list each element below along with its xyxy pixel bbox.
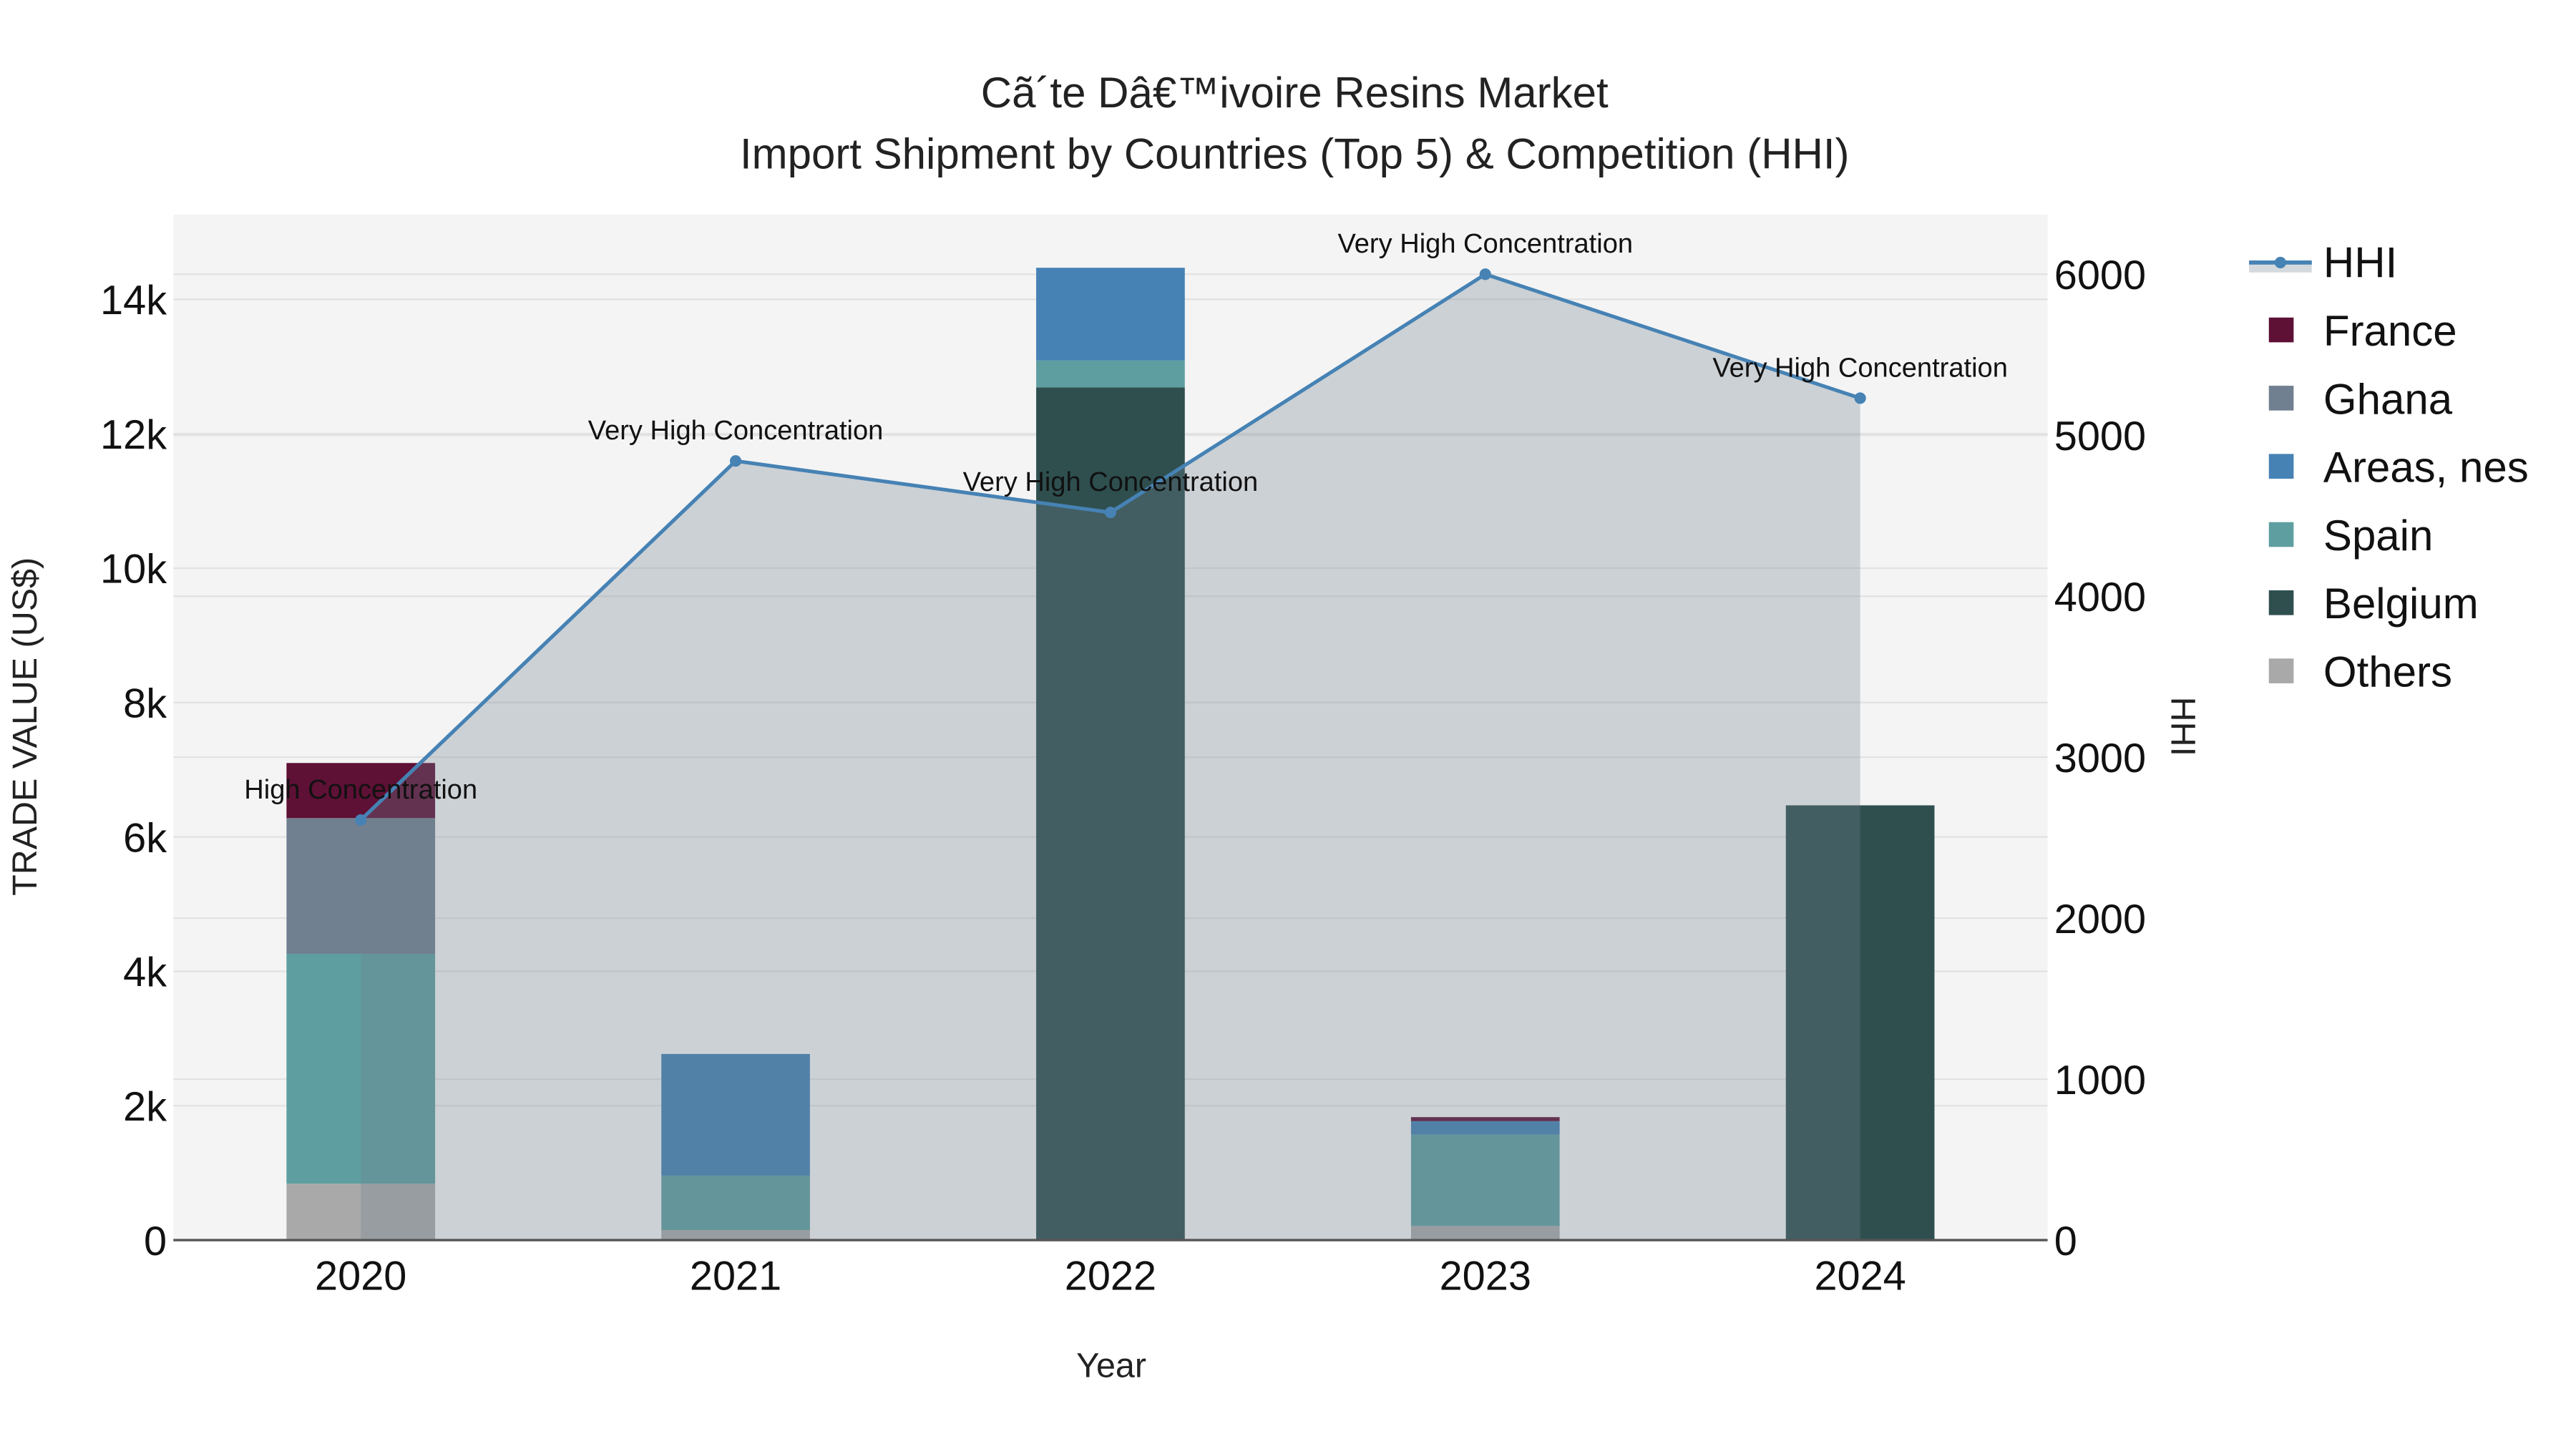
legend-label: France: [2323, 307, 2457, 355]
chart-title: Cã´te Dâ€™ivoire Resins Market: [981, 69, 1609, 117]
legend-label: Spain: [2323, 512, 2433, 560]
hhi-point: [1854, 392, 1866, 404]
x-tick-label: 2021: [690, 1253, 781, 1299]
hhi-annotation: Very High Concentration: [963, 467, 1259, 497]
y2-tick-label: 3000: [2054, 736, 2146, 781]
chart: Cã´te Dâ€™ivoire Resins Market Import Sh…: [6, 69, 2529, 1385]
hhi-point: [730, 455, 742, 467]
legend-item-hhi[interactable]: HHI: [2249, 239, 2397, 287]
hhi-point: [355, 814, 367, 826]
legend-label: Others: [2323, 648, 2452, 696]
y-tick-label: 0: [144, 1219, 167, 1264]
legend-swatch: [2268, 590, 2294, 615]
y2-tick-label: 4000: [2054, 575, 2146, 620]
hhi-annotation: Very High Concentration: [588, 416, 884, 446]
legend-item-ghana[interactable]: Ghana: [2268, 375, 2453, 423]
y-axis-title: TRADE VALUE (US$): [6, 557, 44, 896]
chart-subtitle: Import Shipment by Countries (Top 5) & C…: [740, 130, 1850, 177]
bar-spain-2022: [1036, 360, 1185, 388]
hhi-annotation: Very High Concentration: [1337, 229, 1633, 259]
legend-label: Areas, nes: [2323, 444, 2529, 492]
legend-item-others[interactable]: Others: [2268, 648, 2452, 696]
x-tick-label: 2023: [1440, 1253, 1531, 1299]
hhi-point: [1479, 268, 1491, 280]
y-tick-label: 8k: [123, 681, 167, 727]
legend-label: Belgium: [2323, 580, 2479, 628]
y2-tick-label: 2000: [2054, 897, 2146, 942]
y-tick-label: 2k: [123, 1084, 167, 1130]
x-tick-label: 2020: [315, 1253, 406, 1299]
legend-item-france[interactable]: France: [2268, 307, 2457, 355]
y2-axis-title: HHI: [2164, 697, 2202, 756]
legend-swatch: [2268, 317, 2294, 343]
x-tick-label: 2024: [1814, 1253, 1906, 1299]
legend: HHI France Ghana Areas, nes Spain Belgium Othe…: [2249, 239, 2529, 696]
hhi-point: [1104, 507, 1116, 519]
hhi-annotation: High Concentration: [244, 775, 477, 805]
legend-label: Ghana: [2323, 375, 2453, 423]
legend-label: HHI: [2323, 239, 2397, 287]
y2-tick-label: 1000: [2054, 1058, 2146, 1103]
legend-swatch: [2268, 658, 2294, 683]
legend-item-spain[interactable]: Spain: [2268, 512, 2434, 560]
hhi-annotation: Very High Concentration: [1712, 353, 2008, 383]
legend-swatch: [2268, 522, 2294, 547]
y-tick-label: 10k: [100, 547, 167, 592]
bar-areas-nes-2022: [1036, 268, 1185, 361]
x-tick-label: 2022: [1065, 1253, 1156, 1299]
y-tick-label: 6k: [123, 815, 167, 861]
legend-swatch: [2268, 454, 2294, 479]
legend-item-areas-nes[interactable]: Areas, nes: [2268, 444, 2529, 492]
legend-swatch: [2268, 386, 2294, 411]
x-axis-title: Year: [1076, 1347, 1146, 1385]
y-tick-label: 4k: [123, 950, 167, 995]
y-tick-label: 14k: [100, 278, 167, 323]
y2-tick-label: 0: [2054, 1219, 2077, 1264]
y2-tick-label: 6000: [2054, 253, 2146, 298]
legend-marker: [2274, 256, 2286, 268]
legend-item-belgium[interactable]: Belgium: [2268, 580, 2479, 628]
y-tick-label: 12k: [100, 412, 167, 458]
y2-tick-label: 5000: [2054, 414, 2146, 459]
